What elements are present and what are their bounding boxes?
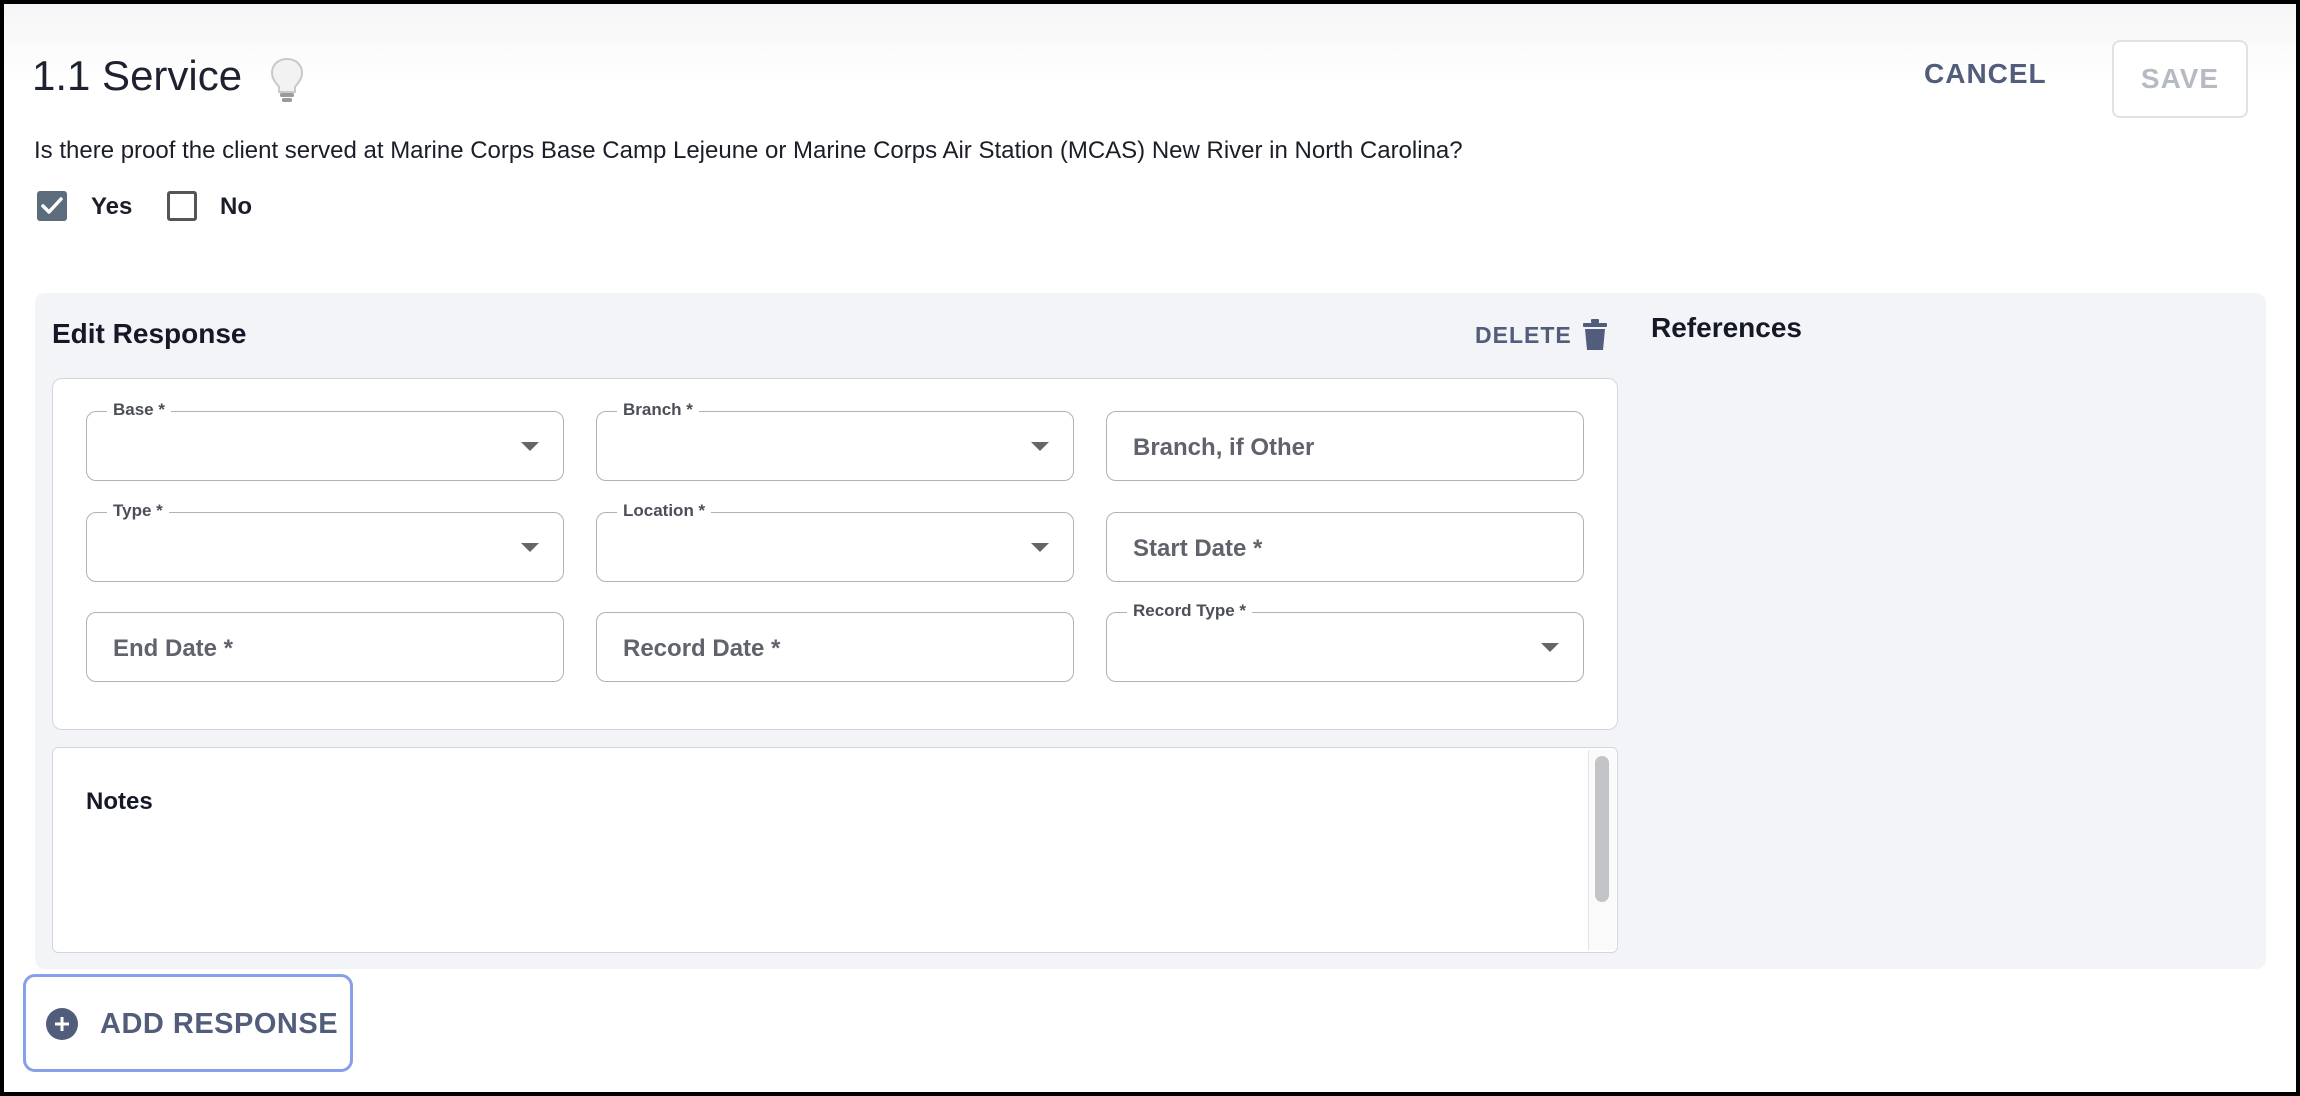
references-title: References — [1651, 312, 1802, 343]
no-checkbox[interactable] — [167, 191, 197, 221]
location-select[interactable]: Location * — [596, 501, 1074, 582]
lightbulb-icon[interactable] — [268, 56, 306, 104]
notes-scrollbar-thumb[interactable] — [1595, 756, 1609, 902]
yes-checkbox[interactable] — [37, 191, 67, 221]
dropdown-caret-icon — [1541, 643, 1559, 652]
branch-label: Branch * — [617, 400, 699, 420]
check-icon — [41, 197, 63, 214]
type-select[interactable]: Type * — [86, 501, 564, 582]
base-select[interactable]: Base * — [86, 400, 564, 481]
branch-select[interactable]: Branch * — [596, 400, 1074, 481]
no-label[interactable]: No — [220, 193, 252, 221]
dropdown-caret-icon — [521, 442, 539, 451]
location-label: Location * — [617, 501, 712, 521]
record-type-label: Record Type * — [1127, 601, 1253, 621]
trash-icon[interactable] — [1581, 319, 1609, 351]
edit-response-title: Edit Response — [52, 318, 247, 349]
record-type-select[interactable]: Record Type * — [1106, 601, 1584, 682]
record-date-input[interactable]: Record Date * — [596, 612, 1074, 682]
branch-other-input[interactable]: Branch, if Other — [1106, 411, 1584, 481]
add-response-label[interactable]: ADD RESPONSE — [100, 1008, 338, 1041]
base-label: Base * — [107, 400, 171, 420]
end-date-input[interactable]: End Date * — [86, 612, 564, 682]
start-date-placeholder: Start Date * — [1133, 535, 1263, 562]
type-label: Type * — [107, 501, 169, 521]
cancel-button[interactable]: CANCEL — [1924, 58, 2047, 90]
dropdown-caret-icon — [1031, 543, 1049, 552]
dropdown-caret-icon — [1031, 442, 1049, 451]
yes-label[interactable]: Yes — [91, 193, 132, 221]
save-button[interactable]: SAVE — [2112, 40, 2248, 118]
app-frame: 1.1 Service CANCEL SAVE Is there proof t… — [0, 0, 2300, 1096]
notes-label: Notes — [86, 788, 153, 815]
record-date-placeholder: Record Date * — [623, 635, 781, 662]
branch-other-placeholder: Branch, if Other — [1133, 434, 1315, 461]
plus-circle-icon — [46, 1008, 78, 1040]
start-date-input[interactable]: Start Date * — [1106, 512, 1584, 582]
notes-editor[interactable] — [52, 747, 1618, 953]
dropdown-caret-icon — [521, 543, 539, 552]
end-date-placeholder: End Date * — [113, 635, 234, 662]
page-title: 1.1 Service — [32, 52, 243, 99]
delete-button[interactable]: DELETE — [1475, 322, 1572, 349]
question-text: Is there proof the client served at Mari… — [34, 137, 1463, 164]
